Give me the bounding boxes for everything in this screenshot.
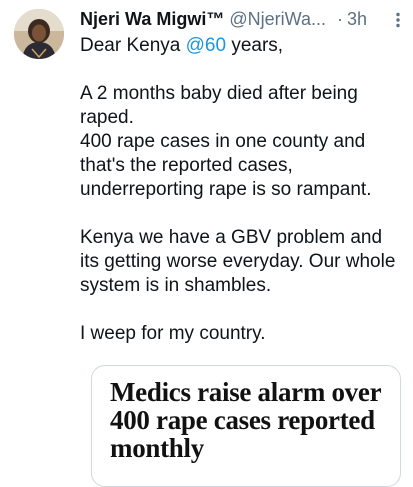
tweet-paragraph: 400 rape cases in one county and that's …	[80, 131, 372, 200]
tweet-text: Dear Kenya @60 years, A 2 months baby di…	[80, 34, 402, 346]
greeting-prefix: Dear Kenya	[80, 35, 186, 56]
tweet-timestamp[interactable]: 3h	[347, 9, 367, 29]
author-handle[interactable]: @NjeriWa...	[229, 9, 326, 29]
author-avatar[interactable]	[14, 9, 64, 59]
tweet-paragraph: A 2 months baby died after being raped.	[80, 83, 358, 128]
author-display-name[interactable]: Njeri Wa Migwi™	[80, 9, 224, 29]
tweet-paragraph: Kenya we have a GBV problem and its gett…	[80, 227, 396, 296]
header-separator: ·	[336, 9, 343, 29]
profile-photo-icon	[14, 9, 64, 59]
mention-link[interactable]: @60	[186, 35, 226, 56]
link-preview-card[interactable]: Medics raise alarm over 400 rape cases r…	[91, 365, 401, 487]
tweet-header: Njeri Wa Migwi™ @NjeriWa... · 3h	[80, 6, 405, 32]
greeting-suffix: years,	[226, 35, 284, 56]
tweet-greeting: Dear Kenya @60 years,	[80, 34, 402, 58]
card-headline: Medics raise alarm over 400 rape cases r…	[110, 377, 381, 463]
tweet-paragraph: I weep for my country.	[80, 323, 266, 344]
more-vertical-icon[interactable]	[391, 12, 405, 28]
tweet[interactable]: Njeri Wa Migwi™ @NjeriWa... · 3h Dear Ken…	[0, 0, 413, 487]
